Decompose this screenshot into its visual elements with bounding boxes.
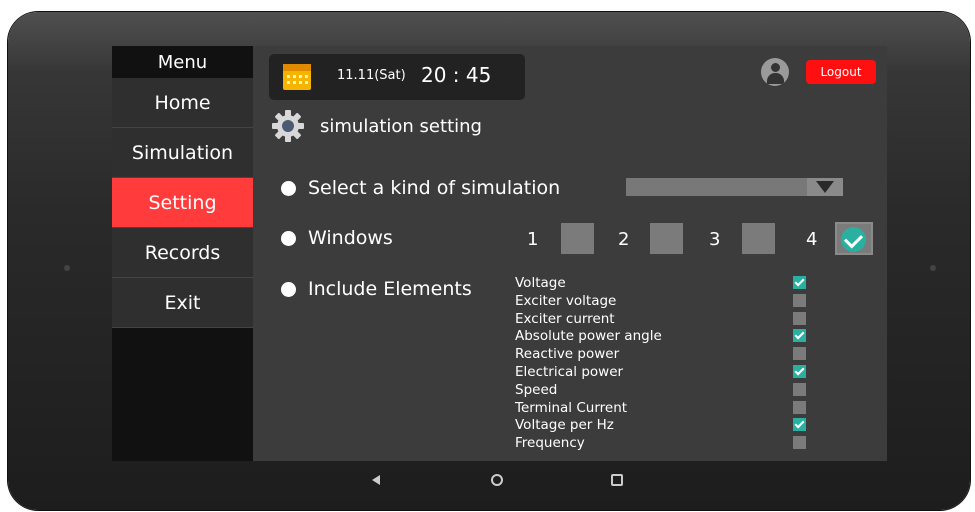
element-checkbox[interactable]: [793, 276, 806, 289]
window-2-checkbox[interactable]: [650, 223, 683, 254]
element-label: Voltage per Hz: [515, 417, 614, 434]
element-label: Exciter current: [515, 310, 615, 327]
window-number-4: 4: [806, 229, 818, 250]
simulation-kind-dropdown[interactable]: [626, 178, 843, 196]
element-checkbox[interactable]: [793, 311, 806, 325]
element-label: Speed: [515, 381, 558, 398]
sensor-dot: [930, 265, 936, 271]
element-label: Exciter voltage: [515, 292, 617, 309]
datetime-bar: 11.11(Sat) 20 : 45: [269, 54, 525, 100]
sidebar-item-records[interactable]: Records: [112, 228, 253, 278]
element-label: Terminal Current: [515, 399, 628, 416]
window-4-checkbox[interactable]: [835, 222, 873, 255]
element-checkbox[interactable]: [793, 365, 806, 378]
element-checkbox[interactable]: [793, 347, 806, 361]
element-checkbox[interactable]: [793, 329, 806, 343]
date-text: 11.11(Sat): [337, 68, 406, 83]
radio-bullet[interactable]: [281, 230, 296, 246]
element-checkbox[interactable]: [793, 293, 806, 307]
sidebar-item-home[interactable]: Home: [112, 78, 253, 128]
window-1-checkbox[interactable]: [561, 223, 594, 254]
gear-icon: [272, 110, 304, 142]
element-label: Electrical power: [515, 364, 624, 380]
camera-dot: [64, 265, 70, 271]
page-title: simulation setting: [320, 116, 482, 137]
element-checkbox[interactable]: [793, 418, 806, 432]
element-label: Frequency: [515, 435, 585, 452]
sidebar-item-setting[interactable]: Setting: [112, 178, 253, 228]
menu-title: Menu: [157, 51, 208, 73]
element-label: Voltage: [515, 275, 566, 291]
simulation-kind-option[interactable]: Select a kind of simulation: [281, 177, 560, 199]
recent-apps-icon[interactable]: [610, 473, 624, 487]
window-number-2: 2: [618, 229, 630, 250]
chevron-down-icon[interactable]: [807, 178, 843, 196]
android-navigation-bar: [112, 461, 887, 501]
sidebar: Menu Home Simulation Setting Records Exi…: [112, 46, 253, 461]
window-number-3: 3: [709, 229, 721, 250]
element-checkbox[interactable]: [793, 400, 806, 414]
simulation-kind-label: Select a kind of simulation: [308, 177, 561, 199]
home-circle-icon[interactable]: [490, 473, 504, 487]
element-label: Reactive power: [515, 346, 620, 363]
radio-bullet[interactable]: [281, 281, 296, 297]
include-elements-option[interactable]: Include Elements: [281, 278, 472, 300]
checkmark-icon: [841, 227, 866, 252]
windows-label: Windows: [308, 227, 393, 249]
logout-button[interactable]: Logout: [806, 60, 876, 84]
radio-bullet[interactable]: [281, 180, 296, 196]
main-content: 11.11(Sat) 20 : 45 Logout simulation set…: [253, 46, 887, 461]
element-label: Absolute power angle: [515, 328, 662, 345]
back-icon[interactable]: [370, 473, 384, 487]
time-text: 20 : 45: [421, 63, 492, 87]
windows-option[interactable]: Windows: [281, 227, 393, 249]
user-avatar-icon[interactable]: [761, 58, 789, 86]
window-3-checkbox[interactable]: [742, 223, 775, 254]
sidebar-item-simulation[interactable]: Simulation: [112, 128, 253, 178]
element-checkbox[interactable]: [793, 436, 806, 450]
include-elements-label: Include Elements: [308, 278, 472, 300]
element-checkbox[interactable]: [793, 382, 806, 396]
calendar-icon: [283, 64, 311, 90]
sidebar-item-exit[interactable]: Exit: [112, 278, 253, 328]
window-number-1: 1: [527, 229, 539, 250]
